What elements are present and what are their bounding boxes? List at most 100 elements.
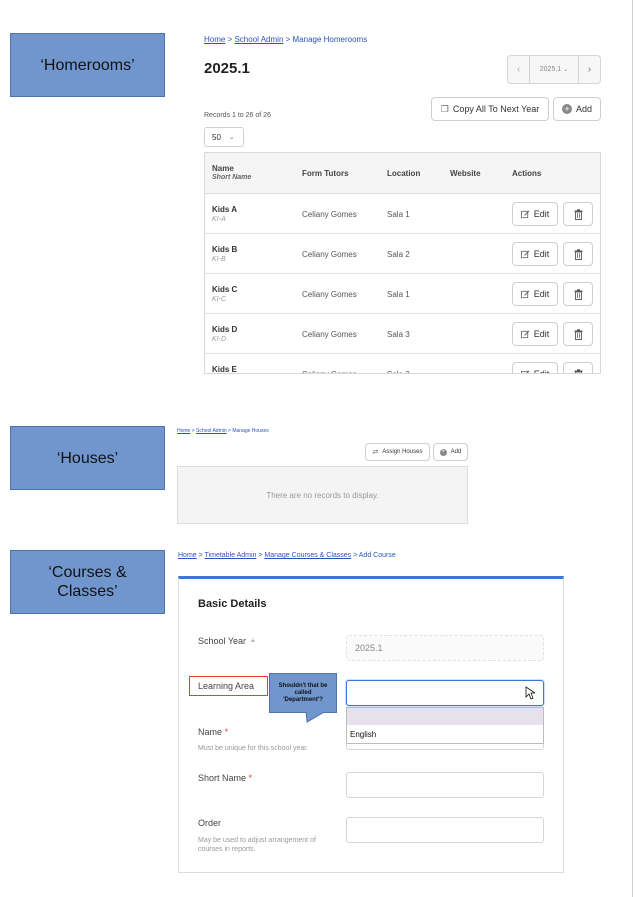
- assign-houses-button[interactable]: ⇄ Assign Houses: [365, 443, 430, 461]
- add-label: Add: [450, 449, 462, 455]
- order-label: Order: [198, 818, 222, 828]
- short-name-input[interactable]: [346, 772, 544, 798]
- plus-circle-icon: +: [439, 448, 447, 456]
- copy-all-label: Copy All To Next Year: [452, 104, 540, 114]
- breadcrumb-sep: >: [351, 552, 359, 559]
- homeroom-name: Kids B: [212, 245, 238, 254]
- table-row: Kids D KI-D Celiany Gomes Sala 3 Edit: [205, 314, 600, 354]
- required-mark: *: [224, 727, 229, 737]
- pencil-square-icon: [520, 370, 530, 373]
- courses-callout-line1: ‘Courses &: [48, 564, 127, 581]
- dropdown-option-label: English: [350, 730, 377, 739]
- edit-button[interactable]: Edit: [512, 282, 558, 306]
- breadcrumb-timetable-admin-link[interactable]: Timetable Admin: [205, 552, 257, 559]
- order-input[interactable]: [346, 817, 544, 843]
- edit-label: Edit: [533, 329, 550, 339]
- year-selector: ‹ 2025.1 ⌄ ›: [507, 55, 601, 84]
- breadcrumb-current: Add Course: [358, 552, 396, 559]
- homerooms-breadcrumb: Home > School Admin > Manage Homerooms: [204, 35, 367, 44]
- page-title: 2025.1: [204, 60, 250, 77]
- edit-label: Edit: [533, 209, 550, 219]
- note-pointer: [305, 711, 327, 723]
- delete-button[interactable]: [563, 322, 593, 346]
- assign-houses-label: Assign Houses: [382, 449, 423, 455]
- copy-icon: ❐: [440, 103, 449, 114]
- school-year-field: 2025.1: [346, 635, 544, 661]
- edit-label: Edit: [533, 289, 550, 299]
- homeroom-name: Kids D: [212, 325, 238, 334]
- pencil-square-icon: [520, 250, 530, 258]
- add-homeroom-button[interactable]: + Add: [553, 97, 601, 121]
- breadcrumb-manage-courses-link[interactable]: Manage Courses & Classes: [264, 552, 351, 559]
- homeroom-location: Sala 3: [387, 330, 410, 339]
- breadcrumb-home-link[interactable]: Home: [177, 428, 190, 434]
- courses-callout: ‘Courses & Classes’: [10, 550, 165, 614]
- delete-button[interactable]: [563, 202, 593, 226]
- short-name-label: Short Name *: [198, 773, 252, 783]
- homeroom-short-name: KI-C: [212, 296, 226, 303]
- breadcrumb-sep: >: [196, 552, 205, 559]
- homeroom-name: Kids E: [212, 365, 237, 374]
- learning-area-select[interactable]: [346, 680, 544, 706]
- breadcrumb-school-admin-link[interactable]: School Admin: [196, 428, 227, 434]
- edit-label: Edit: [533, 369, 550, 374]
- order-hint: May be used to adjust arrangement of cou…: [198, 837, 316, 853]
- courses-callout-text: ‘Courses & Classes’: [48, 563, 126, 601]
- table-row: Kids A KI-A Celiany Gomes Sala 1 Edit: [205, 194, 600, 234]
- delete-button[interactable]: [563, 282, 593, 306]
- department-note-bubble: Shouldn't that be called 'Department'?: [269, 673, 337, 713]
- homeroom-location: Sala 1: [387, 290, 410, 299]
- copy-all-button[interactable]: ❐ Copy All To Next Year: [431, 97, 549, 121]
- breadcrumb-school-admin-link[interactable]: School Admin: [234, 35, 283, 44]
- table-header: Name Short Name Form Tutors Location Web…: [205, 153, 600, 194]
- column-header-short-name: Short Name: [212, 174, 252, 181]
- mouse-cursor-icon: [525, 686, 535, 700]
- edit-button[interactable]: Edit: [512, 242, 558, 266]
- pencil-square-icon: [520, 290, 530, 298]
- homeroom-tutors: Celiany Gomes: [302, 250, 357, 259]
- dropdown-option-empty[interactable]: [347, 708, 543, 725]
- pencil-square-icon: [520, 330, 530, 338]
- breadcrumb-home-link[interactable]: Home: [178, 552, 197, 559]
- lock-icon: 🔒︎: [251, 637, 255, 644]
- page-size-value: 50: [212, 132, 221, 142]
- add-house-button[interactable]: + Add: [433, 443, 468, 461]
- delete-button[interactable]: [563, 362, 593, 373]
- column-header-name[interactable]: Name: [212, 164, 234, 173]
- school-year-label: School Year 🔒︎: [198, 636, 255, 646]
- delete-button[interactable]: [563, 242, 593, 266]
- edit-button[interactable]: Edit: [512, 202, 558, 226]
- prev-year-button[interactable]: ‹: [508, 56, 530, 83]
- homeroom-short-name: KI-B: [212, 256, 226, 263]
- department-note-text: Shouldn't that be called 'Department'?: [278, 682, 328, 703]
- column-header-tutors: Form Tutors: [302, 169, 349, 178]
- breadcrumb-current: Manage Houses: [232, 428, 269, 434]
- column-header-location: Location: [387, 169, 421, 178]
- page-size-select[interactable]: 50 ⌄: [204, 127, 244, 147]
- name-input-edge: [346, 744, 544, 750]
- breadcrumb-sep: >: [283, 35, 293, 44]
- homeroom-short-name: KI-D: [212, 336, 226, 343]
- trash-icon: [574, 248, 582, 260]
- breadcrumb-home-link[interactable]: Home: [204, 35, 225, 44]
- section-title: Basic Details: [198, 598, 267, 610]
- homerooms-table: Name Short Name Form Tutors Location Web…: [204, 152, 601, 374]
- courses-callout-line2: Classes’: [57, 583, 118, 600]
- year-select[interactable]: 2025.1 ⌄: [530, 56, 578, 83]
- page-right-border: [632, 0, 633, 897]
- table-row: Kids B KI-B Celiany Gomes Sala 2 Edit: [205, 234, 600, 274]
- year-select-value: 2025.1: [539, 66, 562, 73]
- edit-button[interactable]: Edit: [512, 322, 558, 346]
- trash-icon: [574, 288, 582, 300]
- school-year-label-text: School Year: [198, 636, 247, 646]
- edit-button[interactable]: Edit: [512, 362, 558, 374]
- next-year-button[interactable]: ›: [578, 56, 600, 83]
- dropdown-option-english[interactable]: English: [347, 725, 543, 744]
- homeroom-location: Sala 3: [387, 370, 410, 373]
- breadcrumb-current: Manage Homerooms: [292, 35, 368, 44]
- table-row: Kids E Celiany Gomes Sala 3 Edit: [205, 354, 600, 374]
- chevron-right-icon: ›: [587, 64, 592, 75]
- houses-callout: ‘Houses’: [10, 426, 165, 490]
- learning-area-label: Learning Area: [198, 681, 255, 691]
- chevron-left-icon: ‹: [516, 64, 521, 75]
